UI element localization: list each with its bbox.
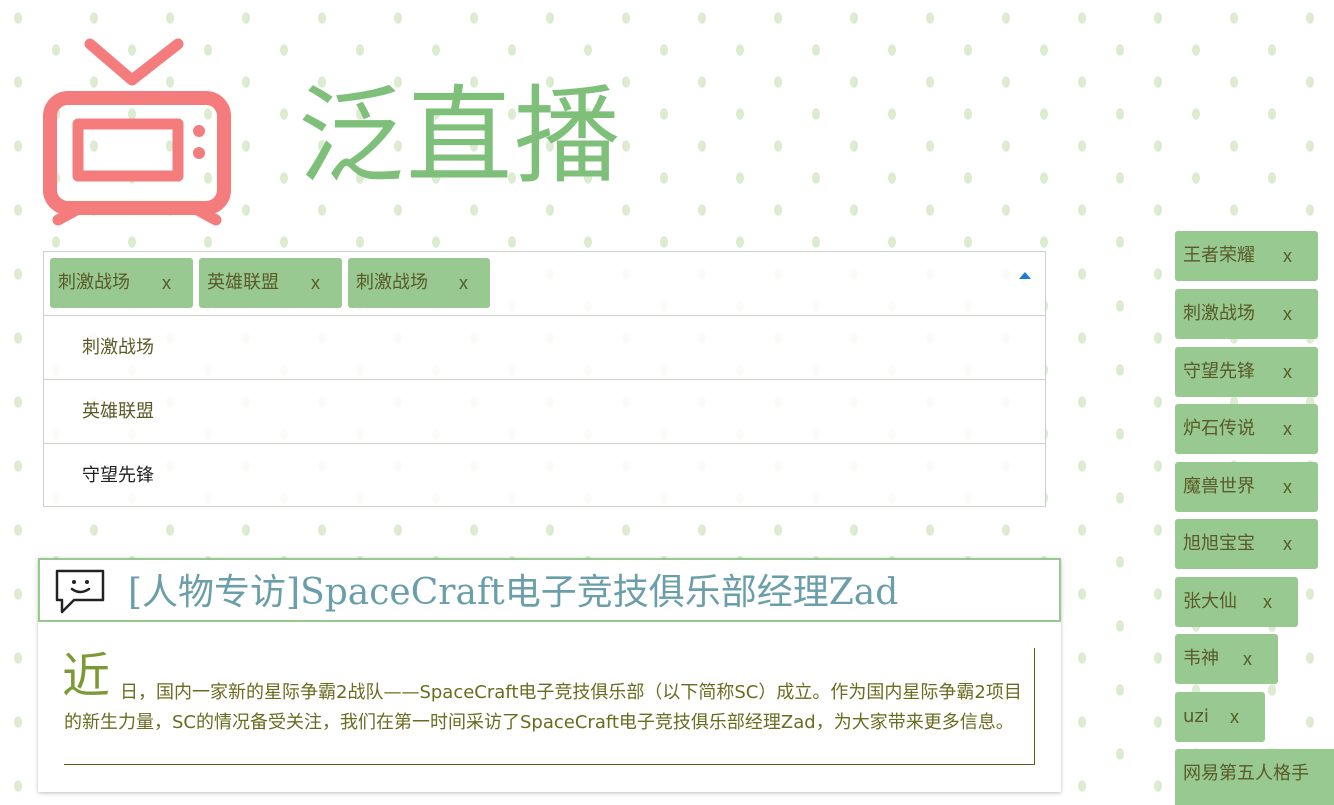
brand-title: 泛直播 [298, 75, 622, 198]
tag-item[interactable]: uzi x [1175, 692, 1265, 742]
tag-item[interactable]: 守望先锋 x [1175, 347, 1318, 397]
dropdown-option[interactable]: 守望先锋 [44, 444, 1045, 507]
tag-remove-button[interactable]: x [1283, 231, 1292, 281]
chip-label: 刺激战场 [356, 272, 428, 293]
dropdown-option[interactable]: 刺激战场 [44, 316, 1045, 380]
tag-item[interactable]: 魔兽世界 x [1175, 462, 1318, 512]
tag-item[interactable]: 刺激战场 x [1175, 289, 1318, 339]
tag-item[interactable]: 网易第五人格手 [1175, 749, 1334, 805]
selected-chip: 刺激战场 x [348, 258, 490, 308]
selected-chips-area[interactable]: 刺激战场 x 英雄联盟 x 刺激战场 x [44, 252, 1045, 316]
chip-remove-button[interactable]: x [162, 258, 171, 308]
article-header: [人物专访]SpaceCraft电子竞技俱乐部经理Zad [38, 558, 1061, 622]
selected-chip: 英雄联盟 x [199, 258, 342, 308]
caret-up-icon[interactable] [1019, 272, 1031, 279]
game-multiselect[interactable]: 刺激战场 x 英雄联盟 x 刺激战场 x 刺激战场 英雄联盟 守望先锋 [43, 251, 1046, 507]
selected-chip: 刺激战场 x [50, 258, 193, 308]
tag-remove-button[interactable]: x [1243, 634, 1252, 684]
chat-bubble-icon [55, 569, 105, 614]
tag-item[interactable]: 王者荣耀 x [1175, 231, 1318, 281]
tag-item[interactable]: 炉石传说 x [1175, 404, 1318, 454]
chip-remove-button[interactable]: x [311, 258, 320, 308]
tag-remove-button[interactable]: x [1283, 289, 1292, 339]
tag-item[interactable]: 旭旭宝宝 x [1175, 519, 1318, 569]
tag-item[interactable]: 韦神 x [1175, 634, 1278, 684]
tag-remove-button[interactable]: x [1283, 404, 1292, 454]
tag-remove-button[interactable]: x [1283, 519, 1292, 569]
tag-remove-button[interactable]: x [1283, 462, 1292, 512]
tv-logo-icon [43, 38, 231, 226]
article-body: 近 日，国内一家新的星际争霸2战队——SpaceCraft电子竞技俱乐部（以下简… [62, 648, 1035, 765]
article-title[interactable]: [人物专访]SpaceCraft电子竞技俱乐部经理Zad [128, 566, 898, 620]
chip-remove-button[interactable]: x [459, 258, 468, 308]
tag-remove-button[interactable]: x [1283, 347, 1292, 397]
article-card[interactable]: [人物专访]SpaceCraft电子竞技俱乐部经理Zad 近 日，国内一家新的星… [38, 558, 1061, 792]
dropdown-option[interactable]: 英雄联盟 [44, 380, 1045, 444]
tag-remove-button[interactable]: x [1263, 577, 1272, 627]
article-text: 日，国内一家新的星际争霸2战队——SpaceCraft电子竞技俱乐部（以下简称S… [64, 682, 1022, 733]
chip-label: 刺激战场 [58, 272, 130, 293]
tag-item[interactable]: 张大仙 x [1175, 577, 1298, 627]
chip-label: 英雄联盟 [207, 272, 279, 293]
tag-remove-button[interactable]: x [1230, 692, 1239, 742]
